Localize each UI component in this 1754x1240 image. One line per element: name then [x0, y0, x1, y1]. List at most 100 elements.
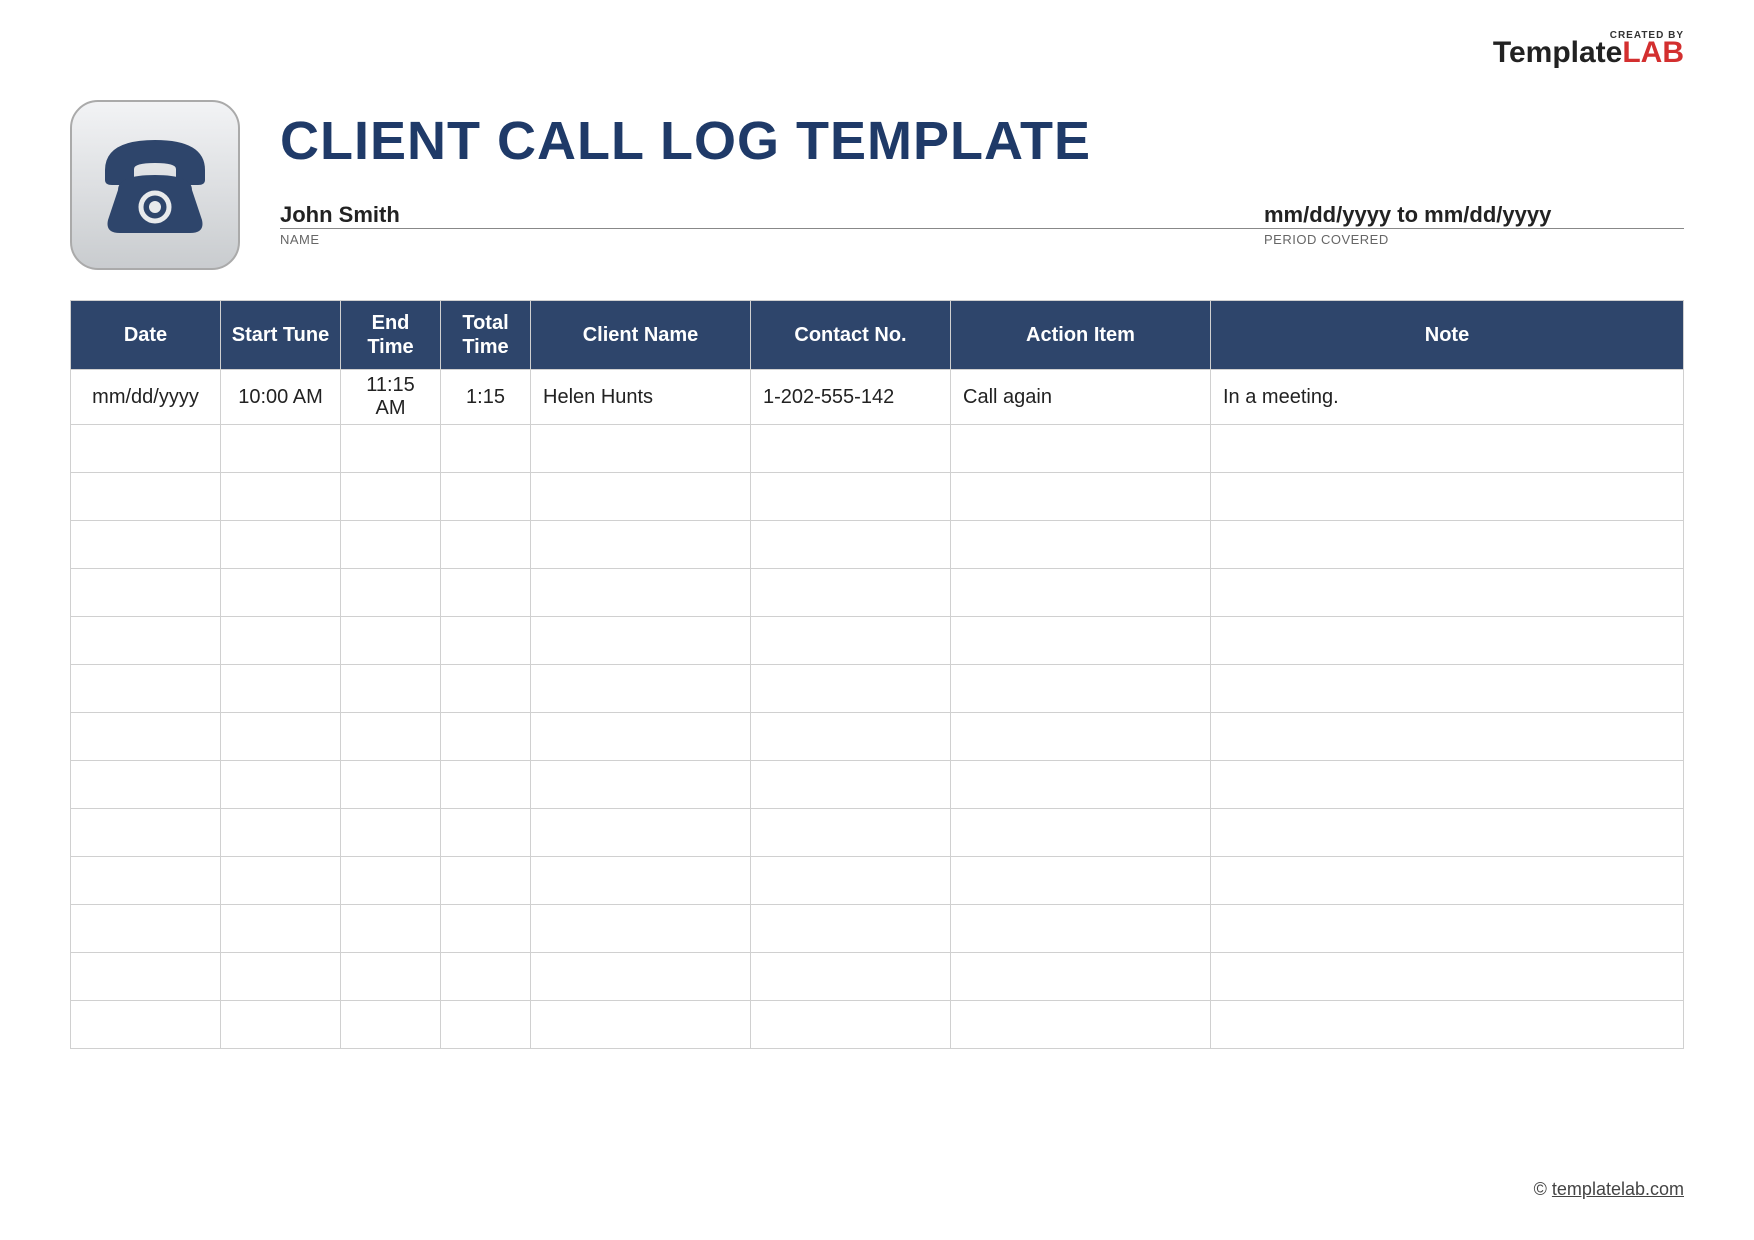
footer-link[interactable]: templatelab.com: [1552, 1179, 1684, 1199]
cell-client[interactable]: Helen Hunts: [531, 370, 751, 425]
cell-contact[interactable]: [751, 809, 951, 857]
cell-date[interactable]: [71, 425, 221, 473]
cell-end[interactable]: [341, 617, 441, 665]
cell-end[interactable]: [341, 521, 441, 569]
cell-client[interactable]: [531, 569, 751, 617]
cell-date[interactable]: [71, 521, 221, 569]
cell-end[interactable]: [341, 905, 441, 953]
cell-action[interactable]: [951, 1001, 1211, 1049]
cell-total[interactable]: 1:15: [441, 370, 531, 425]
cell-start[interactable]: 10:00 AM: [221, 370, 341, 425]
cell-start[interactable]: [221, 713, 341, 761]
cell-contact[interactable]: [751, 713, 951, 761]
cell-contact[interactable]: [751, 521, 951, 569]
cell-date[interactable]: [71, 953, 221, 1001]
cell-action[interactable]: [951, 473, 1211, 521]
cell-total[interactable]: [441, 665, 531, 713]
cell-date[interactable]: [71, 1001, 221, 1049]
cell-start[interactable]: [221, 857, 341, 905]
cell-client[interactable]: [531, 473, 751, 521]
cell-action[interactable]: [951, 617, 1211, 665]
cell-note[interactable]: [1211, 521, 1684, 569]
cell-start[interactable]: [221, 953, 341, 1001]
cell-end[interactable]: [341, 425, 441, 473]
cell-end[interactable]: 11:15 AM: [341, 370, 441, 425]
cell-client[interactable]: [531, 425, 751, 473]
cell-end[interactable]: [341, 953, 441, 1001]
cell-date[interactable]: [71, 905, 221, 953]
cell-action[interactable]: [951, 713, 1211, 761]
cell-start[interactable]: [221, 905, 341, 953]
cell-client[interactable]: [531, 617, 751, 665]
cell-contact[interactable]: 1-202-555-142: [751, 370, 951, 425]
cell-contact[interactable]: [751, 569, 951, 617]
cell-contact[interactable]: [751, 1001, 951, 1049]
cell-start[interactable]: [221, 617, 341, 665]
cell-contact[interactable]: [751, 473, 951, 521]
cell-note[interactable]: [1211, 809, 1684, 857]
cell-note[interactable]: In a meeting.: [1211, 370, 1684, 425]
cell-action[interactable]: [951, 521, 1211, 569]
cell-start[interactable]: [221, 569, 341, 617]
cell-start[interactable]: [221, 425, 341, 473]
cell-total[interactable]: [441, 521, 531, 569]
cell-client[interactable]: [531, 953, 751, 1001]
cell-date[interactable]: [71, 857, 221, 905]
cell-total[interactable]: [441, 953, 531, 1001]
cell-end[interactable]: [341, 713, 441, 761]
cell-contact[interactable]: [751, 425, 951, 473]
cell-start[interactable]: [221, 809, 341, 857]
cell-date[interactable]: [71, 473, 221, 521]
cell-note[interactable]: [1211, 761, 1684, 809]
cell-note[interactable]: [1211, 569, 1684, 617]
cell-client[interactable]: [531, 665, 751, 713]
cell-end[interactable]: [341, 857, 441, 905]
cell-action[interactable]: [951, 761, 1211, 809]
cell-date[interactable]: mm/dd/yyyy: [71, 370, 221, 425]
cell-contact[interactable]: [751, 953, 951, 1001]
cell-end[interactable]: [341, 665, 441, 713]
cell-date[interactable]: [71, 665, 221, 713]
cell-start[interactable]: [221, 665, 341, 713]
cell-total[interactable]: [441, 713, 531, 761]
cell-note[interactable]: [1211, 1001, 1684, 1049]
cell-total[interactable]: [441, 857, 531, 905]
cell-client[interactable]: [531, 521, 751, 569]
cell-end[interactable]: [341, 761, 441, 809]
cell-end[interactable]: [341, 569, 441, 617]
cell-end[interactable]: [341, 473, 441, 521]
cell-contact[interactable]: [751, 857, 951, 905]
cell-date[interactable]: [71, 809, 221, 857]
cell-contact[interactable]: [751, 617, 951, 665]
cell-note[interactable]: [1211, 617, 1684, 665]
cell-note[interactable]: [1211, 857, 1684, 905]
cell-start[interactable]: [221, 521, 341, 569]
cell-end[interactable]: [341, 1001, 441, 1049]
cell-total[interactable]: [441, 1001, 531, 1049]
cell-total[interactable]: [441, 905, 531, 953]
cell-action[interactable]: [951, 857, 1211, 905]
cell-client[interactable]: [531, 713, 751, 761]
cell-action[interactable]: [951, 569, 1211, 617]
cell-client[interactable]: [531, 809, 751, 857]
cell-start[interactable]: [221, 473, 341, 521]
cell-total[interactable]: [441, 425, 531, 473]
cell-note[interactable]: [1211, 713, 1684, 761]
cell-action[interactable]: [951, 425, 1211, 473]
cell-note[interactable]: [1211, 425, 1684, 473]
cell-start[interactable]: [221, 1001, 341, 1049]
cell-contact[interactable]: [751, 905, 951, 953]
cell-action[interactable]: [951, 665, 1211, 713]
cell-action[interactable]: [951, 953, 1211, 1001]
cell-date[interactable]: [71, 569, 221, 617]
cell-client[interactable]: [531, 761, 751, 809]
cell-total[interactable]: [441, 617, 531, 665]
cell-date[interactable]: [71, 713, 221, 761]
cell-date[interactable]: [71, 617, 221, 665]
cell-contact[interactable]: [751, 761, 951, 809]
cell-client[interactable]: [531, 905, 751, 953]
cell-total[interactable]: [441, 569, 531, 617]
cell-total[interactable]: [441, 809, 531, 857]
cell-note[interactable]: [1211, 665, 1684, 713]
cell-action[interactable]: [951, 905, 1211, 953]
